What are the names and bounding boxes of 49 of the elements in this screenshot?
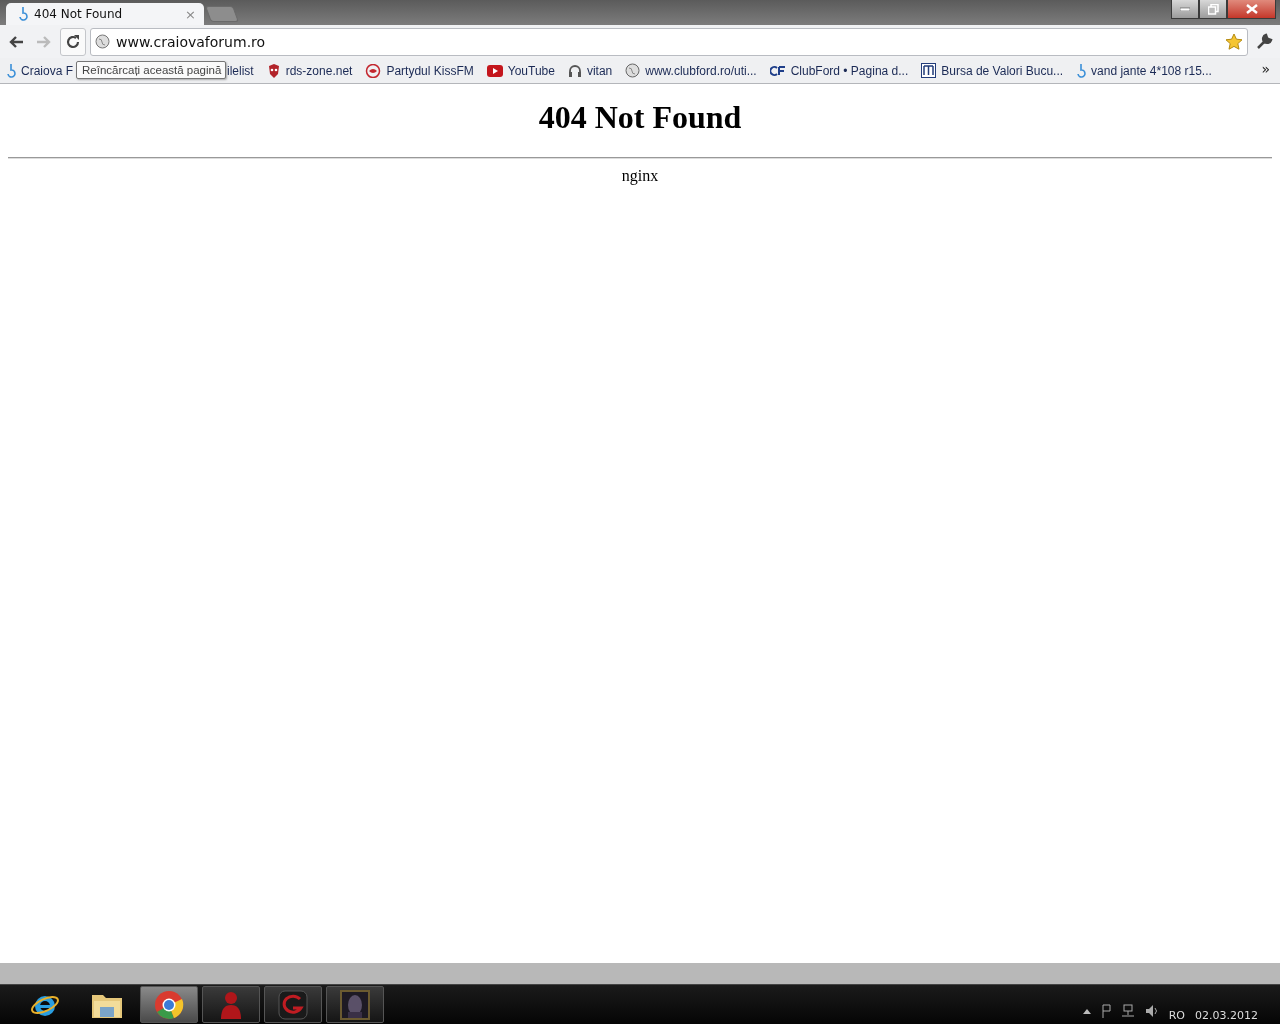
bookmark[interactable]: www.clubford.ro/uti... — [625, 63, 757, 78]
hook-icon — [6, 62, 16, 79]
language-indicator[interactable]: RO — [1168, 1009, 1185, 1022]
building-icon — [921, 63, 937, 78]
cf-logo-icon — [769, 65, 786, 76]
bookmark[interactable]: Craiova F — [6, 62, 73, 79]
hooded-figure-icon[interactable] — [218, 989, 244, 1020]
lips-icon — [365, 63, 382, 78]
bookmark[interactable]: Bursa de Valori Bucu... — [921, 63, 1064, 78]
bookmark[interactable]: ClubFord • Pagina d... — [769, 63, 909, 78]
browser-tab[interactable]: 404 Not Found × — [6, 3, 204, 25]
headphones-icon — [567, 63, 582, 78]
volume-icon[interactable] — [1144, 1004, 1159, 1018]
chrome-icon[interactable] — [154, 989, 184, 1020]
flag-icon[interactable] — [1100, 1004, 1111, 1018]
restore-button[interactable] — [1199, 0, 1227, 19]
hook-icon — [1076, 62, 1087, 79]
bookmark[interactable]: YouTube — [486, 63, 555, 78]
back-arrow-icon — [8, 34, 24, 49]
network-icon[interactable] — [1120, 1004, 1135, 1018]
page-heading: 404 Not Found — [537, 99, 743, 136]
globe-icon — [95, 34, 110, 49]
star-icon[interactable] — [1225, 33, 1243, 50]
address-bar[interactable]: www.craiovaforum.ro — [90, 27, 1248, 56]
reload-icon — [65, 33, 81, 50]
close-icon — [1245, 4, 1258, 14]
restore-icon — [1207, 3, 1219, 15]
more-bookmarks-button[interactable]: » — [1261, 61, 1270, 77]
bookmark[interactable]: vand jante 4*108 r15... — [1076, 62, 1212, 79]
server-name: nginx — [620, 167, 660, 185]
close-button[interactable] — [1227, 0, 1276, 19]
close-tab-button[interactable]: × — [185, 6, 196, 22]
reload-button[interactable] — [60, 27, 86, 56]
bookmark[interactable]: ilelist — [227, 63, 254, 78]
tooltip: Reîncărcați această pagină — [76, 61, 226, 79]
bookmark[interactable]: vitan — [567, 63, 613, 78]
globe-icon — [625, 63, 641, 78]
hook-icon — [18, 6, 28, 22]
game-icon[interactable] — [340, 989, 370, 1020]
minimize-button[interactable] — [1171, 0, 1199, 19]
bookmark[interactable]: Partydul KissFM — [365, 63, 474, 78]
forward-arrow-icon — [36, 34, 52, 49]
minimize-icon — [1180, 7, 1190, 11]
bookmark[interactable]: rds-zone.net — [266, 62, 353, 79]
play-icon — [486, 64, 503, 77]
swirl-app-icon[interactable] — [278, 989, 308, 1020]
mask-icon — [266, 62, 281, 79]
show-hidden-icons-icon[interactable] — [1082, 1008, 1091, 1014]
date-text[interactable]: 02.03.2012 — [1195, 1009, 1258, 1022]
